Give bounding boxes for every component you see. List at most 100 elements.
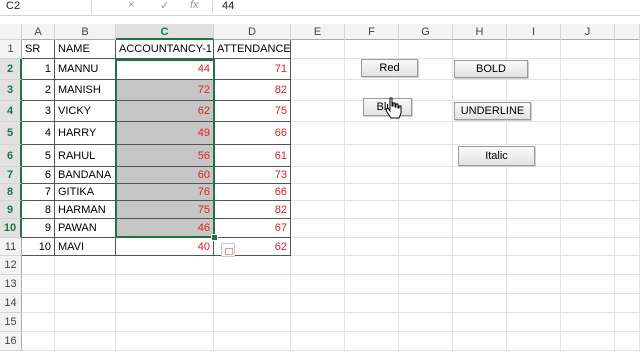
empty-cell[interactable] (345, 238, 399, 256)
empty-cell[interactable] (615, 80, 640, 101)
italic-button[interactable]: Italic (458, 146, 535, 166)
table-cell-acc[interactable]: 75 (116, 201, 214, 219)
empty-cell[interactable] (291, 332, 345, 351)
row-header-9[interactable]: 9 (0, 201, 22, 219)
header-cell[interactable]: ACCOUNTANCY-1 (116, 40, 214, 59)
empty-cell[interactable] (116, 332, 214, 351)
empty-cell[interactable] (615, 219, 640, 238)
empty-cell[interactable] (214, 332, 291, 351)
row-header-14[interactable]: 14 (0, 294, 22, 313)
empty-cell[interactable] (615, 145, 640, 167)
table-cell-name[interactable]: HARMAN (55, 201, 116, 219)
column-header-b[interactable]: B (55, 24, 116, 40)
table-cell-att[interactable]: 75 (214, 101, 291, 122)
empty-cell[interactable] (561, 294, 615, 313)
empty-cell[interactable] (291, 101, 345, 122)
fx-icon[interactable]: fx (190, 0, 199, 11)
table-cell-name[interactable]: BANDANA (55, 167, 116, 184)
row-header-1[interactable]: 1 (0, 40, 22, 59)
empty-cell[interactable] (615, 332, 640, 351)
empty-cell[interactable] (507, 275, 561, 294)
table-cell-acc[interactable]: 49 (116, 122, 214, 145)
table-cell-att[interactable]: 73 (214, 167, 291, 184)
empty-cell[interactable] (399, 201, 453, 219)
column-header-i[interactable]: I (507, 24, 561, 40)
header-cell[interactable]: SR (22, 40, 55, 59)
table-cell-att[interactable]: 67 (214, 219, 291, 238)
empty-cell[interactable] (507, 184, 561, 201)
empty-cell[interactable] (22, 256, 55, 275)
table-cell-name[interactable]: PAWAN (55, 219, 116, 238)
empty-cell[interactable] (507, 219, 561, 238)
table-cell-att[interactable]: 82 (214, 201, 291, 219)
empty-cell[interactable] (345, 167, 399, 184)
empty-cell[interactable] (55, 313, 116, 332)
empty-cell[interactable] (345, 332, 399, 351)
empty-cell[interactable] (399, 184, 453, 201)
empty-cell[interactable] (561, 184, 615, 201)
empty-cell[interactable] (399, 122, 453, 145)
empty-cell[interactable] (55, 275, 116, 294)
empty-cell[interactable] (453, 167, 507, 184)
column-header-g[interactable]: G (399, 24, 453, 40)
empty-cell[interactable] (291, 275, 345, 294)
empty-cell[interactable] (561, 201, 615, 219)
empty-cell[interactable] (561, 101, 615, 122)
table-cell-att[interactable]: 66 (214, 184, 291, 201)
empty-cell[interactable] (399, 238, 453, 256)
row-header-6[interactable]: 6 (0, 145, 22, 167)
empty-cell[interactable] (507, 80, 561, 101)
table-cell-sr[interactable]: 4 (22, 122, 55, 145)
empty-cell[interactable] (507, 238, 561, 256)
empty-cell[interactable] (345, 256, 399, 275)
table-cell-acc[interactable]: 40 (116, 238, 214, 256)
row-header-8[interactable]: 8 (0, 184, 22, 201)
table-cell-name[interactable]: RAHUL (55, 145, 116, 167)
empty-cell[interactable] (55, 294, 116, 313)
empty-cell[interactable] (615, 201, 640, 219)
select-all-corner[interactable] (0, 24, 22, 40)
empty-cell[interactable] (453, 332, 507, 351)
red-button[interactable]: Red (361, 59, 418, 77)
empty-cell[interactable] (399, 256, 453, 275)
empty-cell[interactable] (507, 122, 561, 145)
empty-cell[interactable] (291, 256, 345, 275)
empty-cell[interactable] (55, 332, 116, 351)
column-header-h[interactable]: H (453, 24, 507, 40)
empty-cell[interactable] (615, 167, 640, 184)
table-cell-name[interactable]: MANISH (55, 80, 116, 101)
empty-cell[interactable] (399, 294, 453, 313)
fill-handle[interactable] (211, 234, 218, 241)
empty-cell[interactable] (345, 294, 399, 313)
empty-cell[interactable] (615, 101, 640, 122)
row-header-3[interactable]: 3 (0, 80, 22, 101)
empty-cell[interactable] (561, 238, 615, 256)
underline-button[interactable]: UNDERLINE (454, 102, 531, 120)
empty-cell[interactable] (55, 256, 116, 275)
empty-cell[interactable] (615, 294, 640, 313)
empty-cell[interactable] (615, 238, 640, 256)
empty-cell[interactable] (507, 313, 561, 332)
table-cell-acc[interactable]: 56 (116, 145, 214, 167)
table-cell-sr[interactable]: 5 (22, 145, 55, 167)
empty-cell[interactable] (214, 313, 291, 332)
cancel-icon[interactable]: × (128, 0, 134, 11)
empty-cell[interactable] (22, 275, 55, 294)
empty-cell[interactable] (561, 122, 615, 145)
column-header-c[interactable]: C (116, 24, 214, 40)
empty-cell[interactable] (22, 294, 55, 313)
empty-cell[interactable] (507, 201, 561, 219)
empty-cell[interactable] (615, 122, 640, 145)
table-cell-acc[interactable]: 44 (116, 59, 214, 80)
empty-cell[interactable] (453, 219, 507, 238)
empty-cell[interactable] (507, 256, 561, 275)
empty-cell[interactable] (615, 275, 640, 294)
table-cell-sr[interactable]: 9 (22, 219, 55, 238)
empty-cell[interactable] (507, 167, 561, 184)
empty-cell[interactable] (453, 184, 507, 201)
row-header-16[interactable]: 16 (0, 332, 22, 351)
column-header-d[interactable]: D (214, 24, 291, 40)
empty-cell[interactable] (116, 313, 214, 332)
empty-cell[interactable] (453, 294, 507, 313)
empty-cell[interactable] (561, 80, 615, 101)
